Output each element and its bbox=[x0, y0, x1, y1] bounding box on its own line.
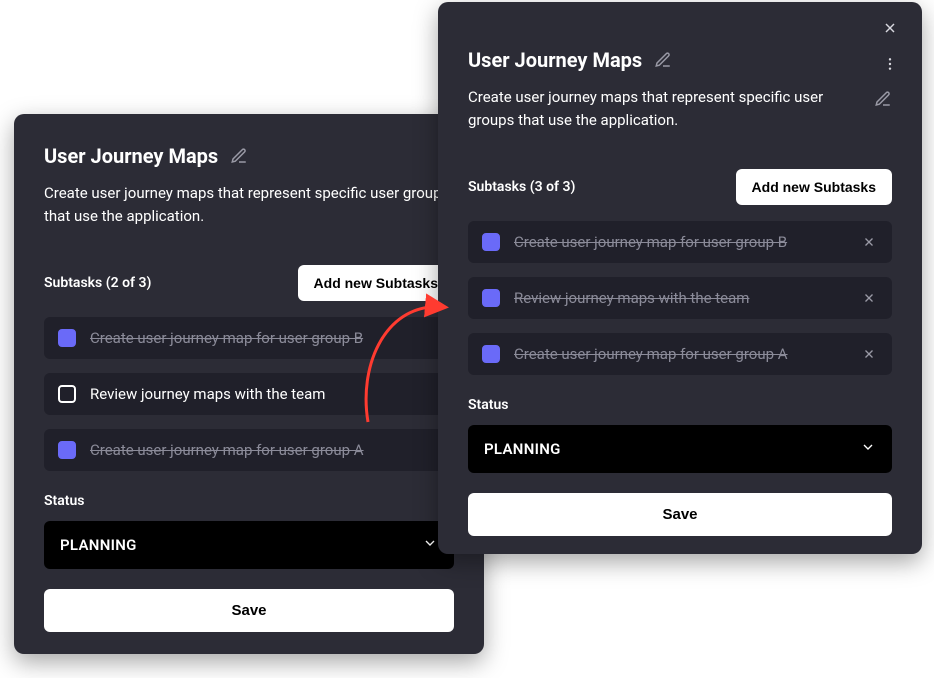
subtask-row[interactable]: Create user journey map for user group A bbox=[468, 333, 892, 375]
status-value: PLANNING bbox=[60, 536, 137, 554]
subtask-checkbox[interactable] bbox=[58, 329, 76, 347]
subtask-row[interactable]: Create user journey map for user group B bbox=[468, 221, 892, 263]
subtask-checkbox[interactable] bbox=[58, 441, 76, 459]
subtask-text: Review journey maps with the team bbox=[90, 385, 440, 403]
subtask-text: Create user journey map for user group A bbox=[90, 441, 440, 459]
remove-icon[interactable] bbox=[862, 290, 878, 306]
status-label: Status bbox=[44, 493, 454, 509]
subtask-row[interactable]: Review journey maps with the team bbox=[44, 373, 454, 415]
subtasks-count-label: Subtasks (2 of 3) bbox=[44, 275, 151, 291]
subtask-row[interactable]: Create user journey map for user group A bbox=[44, 429, 454, 471]
subtasks-count-label: Subtasks (3 of 3) bbox=[468, 179, 575, 195]
subtask-checkbox[interactable] bbox=[58, 385, 76, 403]
status-value: PLANNING bbox=[484, 440, 561, 458]
task-title: User Journey Maps bbox=[44, 144, 218, 168]
task-card-after: User Journey Maps Create user journey ma… bbox=[438, 2, 922, 554]
edit-icon[interactable] bbox=[230, 147, 248, 165]
kebab-icon[interactable] bbox=[882, 56, 900, 74]
save-button[interactable]: Save bbox=[468, 493, 892, 536]
edit-icon[interactable] bbox=[654, 51, 672, 69]
remove-icon[interactable] bbox=[862, 346, 878, 362]
subtask-checkbox[interactable] bbox=[482, 233, 500, 251]
subtask-text: Review journey maps with the team bbox=[514, 289, 848, 307]
subtask-text: Create user journey map for user group B bbox=[514, 233, 848, 251]
subtask-text: Create user journey map for user group A bbox=[514, 345, 848, 363]
status-select[interactable]: PLANNING bbox=[468, 425, 892, 473]
close-icon[interactable] bbox=[882, 20, 900, 38]
task-card-before: User Journey Maps Create user journey ma… bbox=[14, 114, 484, 654]
chevron-down-icon bbox=[422, 535, 438, 555]
subtask-row[interactable]: Review journey maps with the team bbox=[468, 277, 892, 319]
save-button[interactable]: Save bbox=[44, 589, 454, 632]
subtask-text: Create user journey map for user group B bbox=[90, 329, 440, 347]
subtask-row[interactable]: Create user journey map for user group B bbox=[44, 317, 454, 359]
remove-icon[interactable] bbox=[862, 234, 878, 250]
add-subtask-button[interactable]: Add new Subtasks bbox=[298, 265, 454, 301]
chevron-down-icon bbox=[860, 439, 876, 459]
task-title: User Journey Maps bbox=[468, 48, 642, 72]
subtask-checkbox[interactable] bbox=[482, 289, 500, 307]
edit-icon[interactable] bbox=[874, 90, 892, 108]
subtask-checkbox[interactable] bbox=[482, 345, 500, 363]
task-description: Create user journey maps that represent … bbox=[44, 182, 454, 227]
status-select[interactable]: PLANNING bbox=[44, 521, 454, 569]
task-description: Create user journey maps that represent … bbox=[468, 86, 862, 131]
status-label: Status bbox=[468, 397, 892, 413]
add-subtask-button[interactable]: Add new Subtasks bbox=[736, 169, 892, 205]
